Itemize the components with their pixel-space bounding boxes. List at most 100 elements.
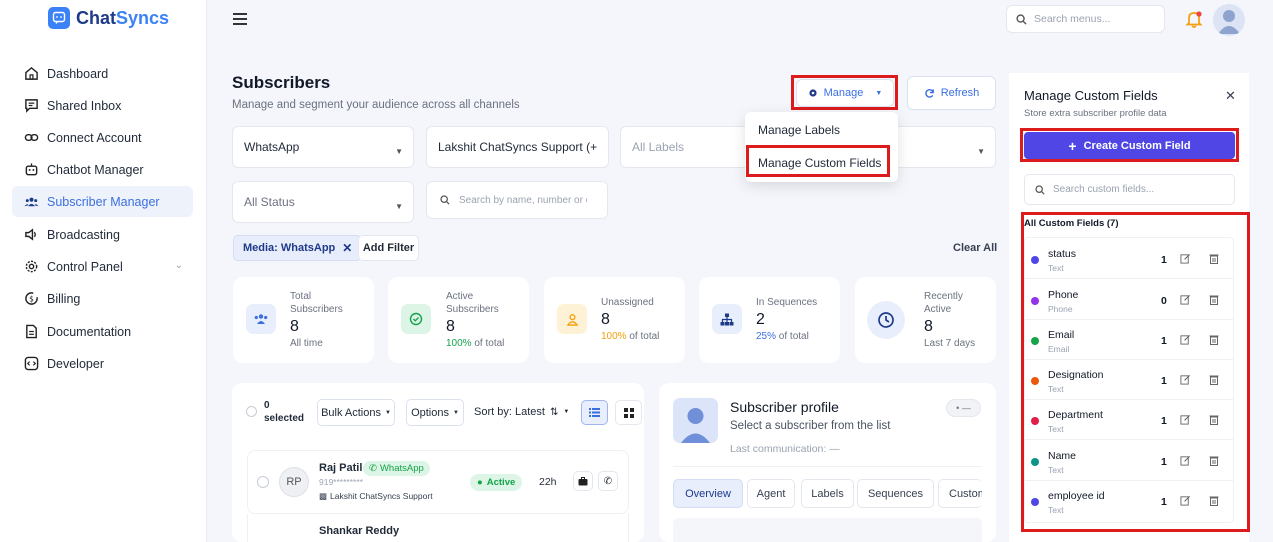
- status-badge: ● Active: [470, 474, 523, 491]
- link-icon: [24, 133, 39, 142]
- stat-foot: 100% of total: [601, 331, 660, 342]
- whatsapp-icon[interactable]: ✆: [598, 471, 618, 491]
- users-icon: [24, 197, 39, 207]
- chevron-down-icon: ▼: [977, 147, 985, 156]
- inbox-icon: [25, 99, 38, 113]
- subscriber-search-input[interactable]: Search by name, number or email: [426, 181, 608, 219]
- tab-agent[interactable]: Agent: [747, 479, 795, 508]
- options-button[interactable]: Options ▼: [406, 399, 464, 426]
- sidebar-item-connect-account[interactable]: Connect Account: [12, 122, 193, 153]
- stat-card-total: Total Subscribers 8 All time: [233, 277, 374, 363]
- tab-overview[interactable]: Overview: [673, 479, 743, 508]
- stat-label: Recently Active: [924, 291, 963, 315]
- sort-icon: ⇅: [549, 406, 559, 418]
- custom-field-search-placeholder: Search custom fields...: [1053, 184, 1155, 195]
- highlight-manage-box: [791, 75, 898, 110]
- sidebar-item-label: Shared Inbox: [47, 98, 122, 113]
- stat-value: 8: [924, 318, 933, 335]
- sidebar-item-label: Developer: [47, 356, 104, 371]
- table-row[interactable]: RP Raj Patil ✆ WhatsApp 919********* ▩ Lak…: [247, 450, 629, 514]
- filter-chip-label: Media: WhatsApp: [243, 242, 336, 254]
- channel-select[interactable]: WhatsApp ▼: [232, 126, 414, 168]
- profile-avatar-icon: [673, 398, 718, 443]
- users-icon: [246, 304, 276, 334]
- chevron-down-icon: ⌄: [174, 260, 183, 271]
- grid-view-button[interactable]: [615, 400, 642, 425]
- app-logo[interactable]: ChatSyncs: [48, 7, 169, 29]
- stat-label: Active Subscribers: [446, 291, 499, 315]
- sidebar-item-documentation[interactable]: Documentation: [12, 316, 193, 347]
- sitemap-icon: [712, 304, 742, 334]
- custom-field-search-input[interactable]: Search custom fields...: [1024, 174, 1235, 205]
- sidebar-item-developer[interactable]: Developer: [12, 348, 193, 379]
- add-filter-label: Add Filter: [362, 242, 415, 254]
- stat-value: 2: [756, 311, 765, 328]
- row-checkbox[interactable]: [257, 476, 269, 488]
- list-view-button[interactable]: [581, 400, 608, 425]
- subscriber-account: ▩ Lakshit ChatSyncs Support: [319, 491, 433, 501]
- search-icon: [1016, 13, 1027, 25]
- sidebar-item-label: Documentation: [47, 324, 132, 339]
- table-row[interactable]: Shankar Reddy: [247, 514, 629, 542]
- profile-status-toggle[interactable]: • —: [946, 399, 981, 417]
- clock-icon: [867, 301, 905, 339]
- tab-labels[interactable]: Labels: [801, 479, 854, 508]
- close-icon[interactable]: ✕: [1225, 88, 1236, 104]
- status-select[interactable]: All Status ▼: [232, 181, 414, 223]
- select-all-checkbox[interactable]: [246, 406, 257, 417]
- sidebar-item-subscriber-manager[interactable]: Subscriber Manager: [12, 186, 193, 217]
- page-title: Subscribers: [232, 73, 331, 92]
- sidebar: ChatSyncs Dashboard Shared Inbox Connect…: [0, 0, 207, 542]
- stat-label: In Sequences: [756, 297, 818, 308]
- bulk-actions-button[interactable]: Bulk Actions ▼: [317, 399, 395, 426]
- stat-label: Total Subscribers: [290, 291, 343, 315]
- notification-bell-icon[interactable]: [1184, 9, 1204, 32]
- channel-select-value: WhatsApp: [244, 140, 300, 154]
- status-select-value: All Status: [244, 195, 295, 209]
- menu-search-input[interactable]: Search menus...: [1006, 5, 1165, 33]
- highlight-create-box: [1020, 128, 1239, 162]
- clear-all-link[interactable]: Clear All: [953, 242, 997, 254]
- search-icon: [440, 195, 450, 205]
- account-select[interactable]: Lakshit ChatSyncs Support (+→: [426, 126, 609, 168]
- menu-toggle-icon[interactable]: [233, 13, 247, 25]
- logo-text: ChatSyncs: [76, 7, 170, 28]
- sidebar-item-shared-inbox[interactable]: Shared Inbox: [12, 90, 193, 121]
- stat-value: 8: [601, 311, 610, 328]
- sidebar-item-label: Subscriber Manager: [47, 194, 160, 209]
- tab-custom[interactable]: Custom: [938, 479, 982, 508]
- selected-count: 0 selected: [264, 400, 305, 424]
- sort-dropdown[interactable]: Sort by: Latest ⇅ ▼: [474, 406, 569, 418]
- divider: [673, 466, 982, 467]
- sidebar-item-dashboard[interactable]: Dashboard: [12, 58, 193, 89]
- page-subtitle: Manage and segment your audience across …: [232, 99, 520, 111]
- highlight-custom-fields-box: [746, 145, 890, 177]
- sidebar-item-broadcasting[interactable]: Broadcasting: [12, 219, 193, 250]
- sidebar-item-billing[interactable]: $ Billing: [12, 283, 193, 314]
- stat-card-unassigned: Unassigned 8 100% of total: [544, 277, 685, 363]
- refresh-button[interactable]: Refresh: [907, 76, 996, 110]
- stat-card-active: Active Subscribers 8 100% of total: [388, 277, 529, 363]
- user-icon: [557, 304, 587, 334]
- chat-logo-icon: [48, 7, 70, 29]
- close-icon[interactable]: ✕: [342, 241, 352, 255]
- last-active-time: 22h: [539, 476, 557, 488]
- menu-item-manage-labels[interactable]: Manage Labels: [758, 123, 840, 137]
- user-avatar[interactable]: [1213, 4, 1245, 36]
- briefcase-icon[interactable]: [573, 471, 593, 491]
- subscriber-name: Shankar Reddy: [319, 525, 400, 537]
- subscriber-phone: 919*********: [319, 477, 363, 487]
- stat-foot: Last 7 days: [924, 338, 976, 349]
- gear-icon: [25, 260, 38, 273]
- bot-icon: [25, 163, 38, 176]
- drawer-title: Manage Custom Fields: [1024, 88, 1158, 103]
- add-filter-button[interactable]: Add Filter: [358, 235, 419, 261]
- tab-sequences[interactable]: Sequences: [857, 479, 934, 508]
- sidebar-item-control-panel[interactable]: Control Panel ⌄: [12, 251, 193, 282]
- list-icon: [589, 408, 600, 417]
- refresh-button-label: Refresh: [940, 87, 980, 99]
- sidebar-item-label: Dashboard: [47, 66, 109, 81]
- sidebar-item-chatbot-manager[interactable]: Chatbot Manager: [12, 154, 193, 185]
- filter-chip-media[interactable]: Media: WhatsApp ✕: [233, 235, 363, 261]
- check-circle-icon: [401, 304, 431, 334]
